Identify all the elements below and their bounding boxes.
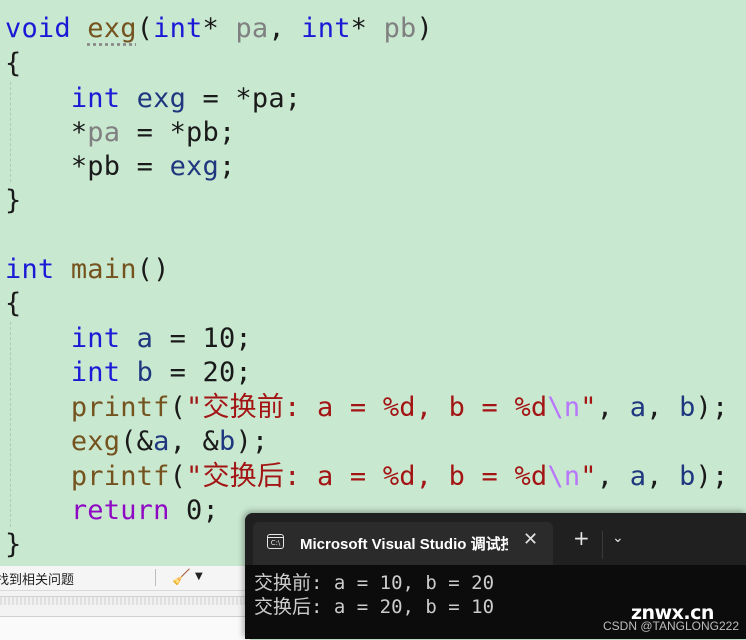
panel-splitter[interactable] <box>0 596 250 605</box>
search-related-issues-link[interactable]: 找到相关问题 <box>0 569 74 588</box>
error-list-toolbar: 找到相关问题 🧹 ▼ <box>0 566 250 591</box>
error-list-panel: 找到相关问题 🧹 ▼ <box>0 566 250 640</box>
code-line-13[interactable]: printf("交换后: a = %d, b = %d\n", a, b); <box>5 460 728 494</box>
terminal-tab-title: Microsoft Visual Studio 调试控制台 <box>300 536 508 553</box>
code-line-12[interactable]: exg(&a, &b); <box>5 425 268 459</box>
code-editor[interactable]: void exg(int* pa, int* pb) { int exg = *… <box>0 0 746 566</box>
toolbar-separator <box>155 569 156 586</box>
code-line-11[interactable]: printf("交换前: a = %d, b = %d\n", a, b); <box>5 391 728 425</box>
chevron-down-icon[interactable]: ▼ <box>195 571 203 582</box>
code-line-7[interactable]: int main() <box>5 253 170 287</box>
console-icon: C:\ <box>267 534 284 549</box>
panel-content <box>0 616 250 640</box>
code-line-4[interactable]: *pa = *pb; <box>5 116 235 150</box>
new-tab-button[interactable]: + <box>573 528 590 548</box>
code-line-10[interactable]: int b = 20; <box>5 356 252 390</box>
close-icon[interactable]: ✕ <box>523 529 538 550</box>
code-line-2[interactable]: { <box>5 47 21 81</box>
tab-separator <box>602 531 603 559</box>
code-line-5[interactable]: *pb = exg; <box>5 150 235 184</box>
code-line-14[interactable]: return 0; <box>5 494 219 528</box>
terminal-output-line: 交换前: a = 10, b = 20 <box>254 572 495 594</box>
chevron-down-icon[interactable]: ⌄ <box>612 530 624 546</box>
terminal-tab-bar: C:\ Microsoft Visual Studio 调试控制台 ✕ + ⌄ <box>245 513 746 565</box>
code-line-6[interactable]: } <box>5 184 21 218</box>
code-line-1[interactable]: void exg(int* pa, int* pb) <box>5 12 433 46</box>
terminal-output-line: 交换后: a = 20, b = 10 <box>254 596 495 618</box>
broom-icon[interactable]: 🧹 <box>172 568 191 586</box>
code-line-8[interactable]: { <box>5 287 21 321</box>
code-line-15[interactable]: } <box>5 528 21 562</box>
terminal-tab[interactable]: C:\ Microsoft Visual Studio 调试控制台 ✕ <box>253 522 553 565</box>
watermark-author: CSDN @TANGLONG222 <box>603 619 739 633</box>
code-line-3[interactable]: int exg = *pa; <box>5 82 301 116</box>
function-name: exg <box>87 13 137 44</box>
code-line-9[interactable]: int a = 10; <box>5 322 252 356</box>
